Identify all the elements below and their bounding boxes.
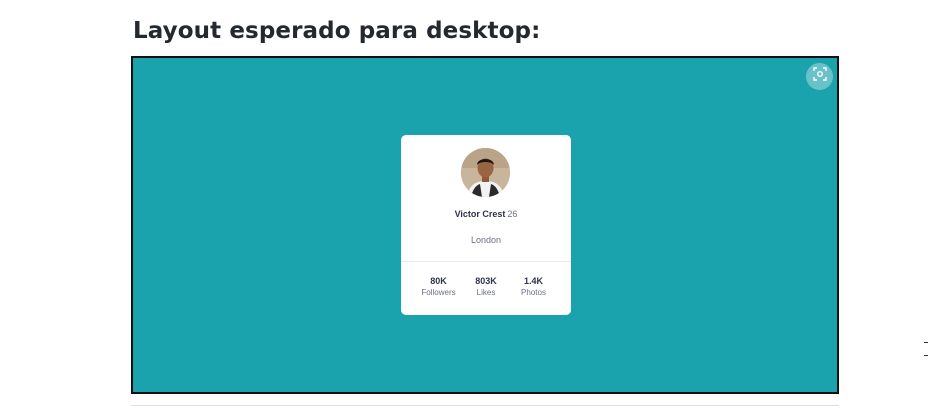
stat-value: 80K [430, 276, 447, 286]
profile-card: Victor Crest 26 London 80K Followers 803K… [401, 135, 571, 315]
section-divider [131, 405, 839, 406]
stat-followers: 80K Followers [415, 276, 462, 297]
profile-age: 26 [507, 209, 518, 219]
stats-row: 80K Followers 803K Likes 1.4K Photos [415, 276, 557, 297]
stat-likes: 803K Likes [463, 276, 510, 297]
stat-photos: 1.4K Photos [510, 276, 557, 297]
expand-screen-icon [812, 67, 827, 86]
edge-marker [924, 342, 928, 356]
avatar [461, 148, 510, 197]
stat-value: 1.4K [523, 276, 543, 286]
card-divider [401, 261, 571, 262]
stat-value: 803K [475, 276, 497, 286]
stat-label: Likes [476, 288, 496, 297]
stat-label: Photos [521, 288, 546, 297]
profile-name: Victor Crest [454, 209, 506, 219]
profile-location: London [470, 235, 502, 245]
zoom-button[interactable] [806, 63, 833, 90]
design-preview-image: Victor Crest 26 London 80K Followers 803K… [131, 56, 839, 394]
name-line: Victor Crest 26 [401, 209, 571, 219]
stat-label: Followers [421, 288, 456, 297]
section-heading: Layout esperado para desktop: [133, 18, 541, 44]
